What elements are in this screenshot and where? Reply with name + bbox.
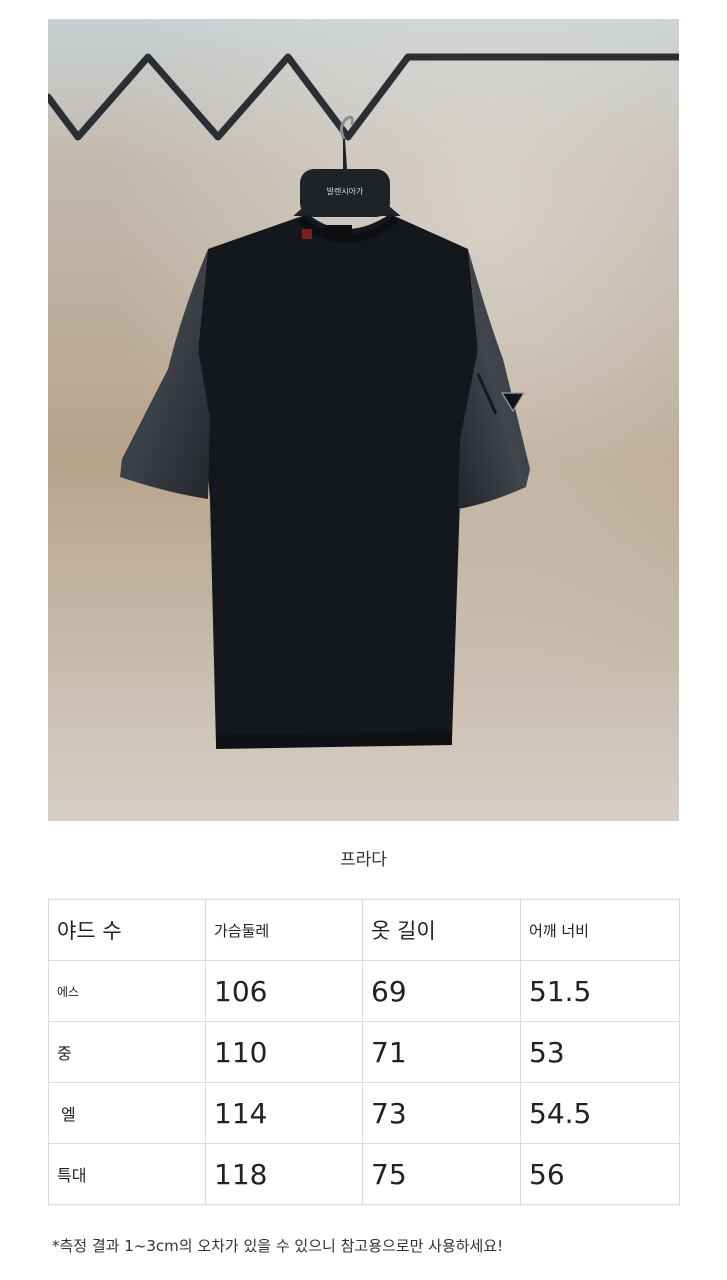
size-label: 특대 bbox=[48, 1143, 206, 1205]
table-row: 특대 118 75 56 bbox=[48, 1143, 680, 1205]
chest-value: 110 bbox=[205, 1021, 363, 1083]
product-photo: 발렌시아가 bbox=[48, 19, 679, 821]
size-label: 중 bbox=[48, 1021, 206, 1083]
length-value: 75 bbox=[362, 1143, 521, 1205]
table-row: 엘 114 73 54.5 bbox=[48, 1082, 680, 1144]
table-header-row: 야드 수 가슴둘레 옷 길이 어깨 너비 bbox=[48, 899, 680, 961]
brand-name: 프라다 bbox=[340, 850, 387, 870]
header-chest: 가슴둘레 bbox=[205, 899, 363, 961]
size-label: 엘 bbox=[48, 1082, 206, 1144]
header-size: 야드 수 bbox=[48, 899, 206, 961]
measurement-note: *측정 결과 1~3cm의 오차가 있을 수 있으니 참고용으로만 사용하세요! bbox=[52, 1237, 504, 1255]
chest-value: 114 bbox=[205, 1082, 363, 1144]
t-shirt-body bbox=[198, 214, 478, 745]
shoulder-value: 56 bbox=[520, 1143, 680, 1205]
size-label: 에스 bbox=[48, 960, 206, 1022]
shoulder-value: 53 bbox=[520, 1021, 680, 1083]
header-shoulder: 어깨 너비 bbox=[520, 899, 680, 961]
shoulder-value: 51.5 bbox=[520, 960, 680, 1022]
chest-value: 106 bbox=[205, 960, 363, 1022]
header-length: 옷 길이 bbox=[362, 899, 521, 961]
table-row: 중 110 71 53 bbox=[48, 1021, 680, 1083]
table-row: 에스 106 69 51.5 bbox=[48, 960, 680, 1022]
product-image: 발렌시아가 bbox=[48, 19, 679, 821]
length-value: 73 bbox=[362, 1082, 521, 1144]
shoulder-value: 54.5 bbox=[520, 1082, 680, 1144]
chest-value: 118 bbox=[205, 1143, 363, 1205]
size-chart-table: 야드 수 가슴둘레 옷 길이 어깨 너비 에스 106 69 51.5 중 11… bbox=[48, 899, 680, 1205]
length-value: 71 bbox=[362, 1021, 521, 1083]
hanger-label: 발렌시아가 bbox=[327, 186, 364, 196]
length-value: 69 bbox=[362, 960, 521, 1022]
